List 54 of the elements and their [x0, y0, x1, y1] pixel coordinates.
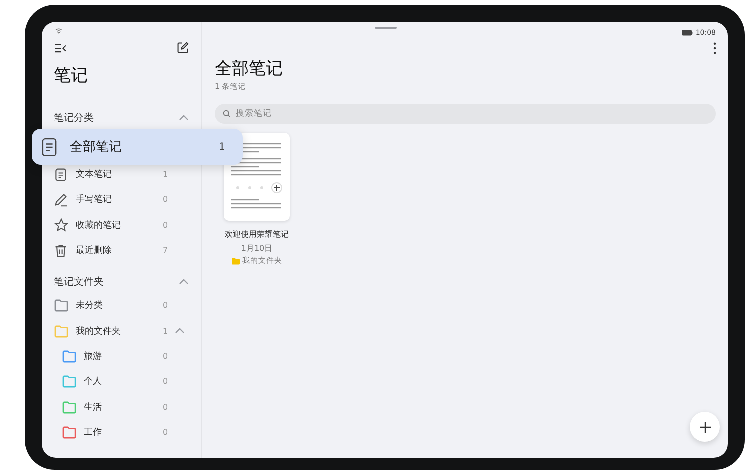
section-header: 笔记分类 [54, 112, 94, 125]
search-field[interactable]: 搜索笔记 [215, 104, 716, 124]
add-button[interactable] [690, 412, 720, 442]
item-label: 生活 [84, 402, 103, 414]
wifi-icon [55, 28, 63, 34]
sidebar-item[interactable]: 个人 0 [54, 369, 189, 394]
section-header: 笔记文件夹 [54, 276, 104, 290]
sidebar-item[interactable]: 手写笔记 0 [54, 187, 189, 213]
sidebar-item[interactable]: 最近删除 7 [54, 238, 189, 264]
item-count: 7 [163, 246, 170, 256]
menu-icon[interactable] [54, 44, 67, 52]
item-count: 0 [163, 220, 170, 230]
item-count: 1 [219, 142, 226, 152]
document-icon [42, 138, 57, 156]
item-count: 0 [163, 402, 170, 412]
pen-icon [54, 192, 68, 207]
battery-icon [682, 30, 693, 36]
app-title: 笔记 [54, 65, 89, 87]
folder-icon [232, 258, 240, 264]
item-label: 旅游 [84, 350, 103, 363]
sidebar-item[interactable]: 未分类 0 [54, 293, 189, 318]
page-title: 全部笔记 [215, 58, 284, 80]
note-date: 1月10日 [241, 243, 273, 254]
item-count: 1 [163, 170, 170, 180]
item-label: 未分类 [76, 300, 104, 312]
sidebar-item[interactable]: 收藏的笔记 0 [54, 212, 189, 238]
item-count: 0 [163, 352, 170, 361]
sidebar-item[interactable]: 生活 0 [54, 394, 189, 420]
sidebar-item[interactable]: 我的文件夹 1 [54, 318, 189, 344]
plus-icon [700, 422, 710, 432]
item-label: 我的文件夹 [76, 326, 122, 338]
item-count: 0 [163, 195, 170, 204]
item-label: 工作 [84, 426, 103, 439]
item-count: 1 [163, 326, 170, 336]
item-label: 最近删除 [76, 244, 113, 258]
note-title: 欢迎使用荣耀笔记 [225, 229, 289, 240]
item-count: 0 [163, 428, 170, 437]
document-icon [54, 168, 68, 182]
item-count: 0 [163, 377, 170, 386]
item-label: 全部笔记 [70, 139, 123, 156]
item-label: 个人 [84, 376, 103, 388]
item-label: 手写笔记 [76, 194, 113, 206]
drag-handle[interactable] [375, 27, 397, 29]
item-count: 0 [163, 301, 170, 310]
sidebar-item[interactable]: 文本笔记 1 [54, 162, 189, 188]
item-label: 文本笔记 [76, 168, 113, 182]
item-label: 收藏的笔记 [76, 220, 122, 232]
sidebar-item[interactable]: 旅游 0 [54, 344, 189, 370]
edit-icon[interactable] [177, 42, 189, 54]
star-icon [54, 218, 69, 233]
sidebar-item[interactable]: 工作 0 [54, 420, 189, 445]
trash-icon [54, 244, 68, 258]
dragged-item[interactable]: 全部笔记 1 [32, 129, 243, 165]
more-icon[interactable] [713, 42, 717, 55]
